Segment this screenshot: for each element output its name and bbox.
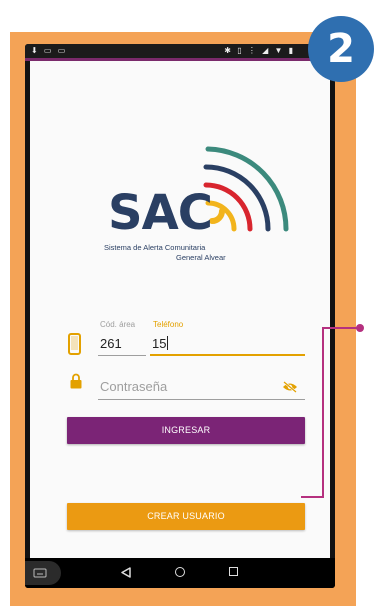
phone-input[interactable]: 15	[152, 336, 169, 351]
phone-device: ⬇ ▭ ▭ ✱ ▯ ⋮ ◢ ▼ ▮ SAC Sistema de Alerta …	[25, 44, 335, 588]
area-code-input[interactable]: 261	[100, 336, 122, 351]
phone-label: Teléfono	[153, 320, 184, 329]
create-user-button[interactable]: CREAR USUARIO	[67, 503, 305, 530]
logo-subtitle-line2: General Alvear	[176, 253, 226, 262]
password-input[interactable]: Contraseña	[100, 379, 167, 394]
area-code-label: Cód. área	[100, 320, 136, 329]
smartphone-icon	[68, 333, 81, 355]
sac-logo: SAC Sistema de Alerta Comunitaria Genera…	[104, 133, 304, 263]
notification-icons: ⬇ ▭ ▭	[31, 46, 68, 55]
area-code-underline	[98, 355, 146, 356]
back-triangle-icon[interactable]	[121, 567, 131, 578]
logo-wordmark: SAC	[108, 185, 213, 241]
android-nav-bar	[25, 558, 335, 588]
lock-icon	[70, 373, 82, 389]
system-status-icons: ✱ ▯ ⋮ ◢ ▼ ▮	[224, 46, 295, 55]
home-circle-icon[interactable]	[175, 567, 185, 577]
eye-off-icon[interactable]	[282, 381, 298, 393]
status-bar: ⬇ ▭ ▭ ✱ ▯ ⋮ ◢ ▼ ▮	[25, 44, 335, 58]
keyboard-icon[interactable]	[25, 561, 61, 585]
recent-square-icon[interactable]	[229, 567, 238, 576]
password-underline	[98, 399, 305, 400]
phone-underline	[150, 354, 305, 356]
text-caret	[167, 336, 169, 350]
step-badge: 2	[308, 16, 374, 82]
phone-value: 15	[152, 336, 167, 351]
logo-subtitle-line1: Sistema de Alerta Comunitaria	[104, 243, 206, 252]
callout-dot	[356, 324, 364, 332]
login-button[interactable]: INGRESAR	[67, 417, 305, 444]
app-screen: SAC Sistema de Alerta Comunitaria Genera…	[30, 61, 330, 558]
